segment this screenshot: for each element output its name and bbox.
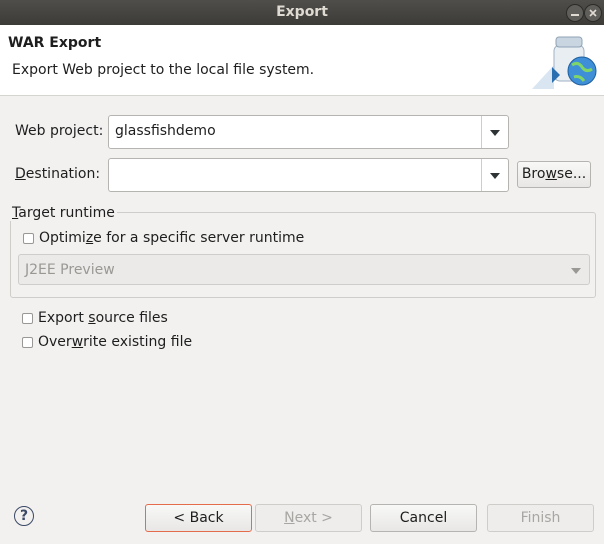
back-button[interactable]: < Back: [145, 504, 252, 532]
runtime-combo: J2EE Preview: [18, 254, 590, 285]
minimize-icon[interactable]: [566, 4, 584, 22]
destination-label-text: estination:: [25, 166, 101, 182]
next-button[interactable]: Next >: [255, 504, 362, 532]
wizard-title: WAR Export: [8, 35, 102, 51]
cancel-button-label: Cancel: [399, 510, 448, 526]
destination-combo[interactable]: [108, 158, 509, 192]
jar-globe-icon: [532, 31, 598, 89]
wizard-description: Export Web project to the local file sys…: [12, 62, 315, 78]
window-titlebar: Export: [0, 0, 604, 25]
dropdown-arrow-icon[interactable]: [481, 116, 508, 148]
web-project-value: glassfishdemo: [115, 123, 216, 139]
finish-button-label: Finish: [520, 510, 561, 526]
dropdown-arrow-icon[interactable]: [481, 159, 508, 191]
target-runtime-title: Target runtime: [10, 205, 117, 221]
window-title: Export: [276, 4, 328, 20]
cancel-button[interactable]: Cancel: [370, 504, 477, 532]
runtime-value: J2EE Preview: [25, 262, 115, 278]
dropdown-arrow-icon: [571, 268, 581, 274]
web-project-label: Web project:: [15, 123, 104, 139]
export-source-checkbox[interactable]: [22, 313, 33, 324]
back-button-label: < Back: [173, 510, 224, 526]
optimize-checkbox[interactable]: [23, 233, 34, 244]
finish-button[interactable]: Finish: [487, 504, 594, 532]
web-project-combo[interactable]: glassfishdemo: [108, 115, 509, 149]
overwrite-checkbox[interactable]: [22, 337, 33, 348]
optimize-label[interactable]: Optimize for a specific server runtime: [39, 230, 304, 246]
browse-button[interactable]: Browse...: [517, 161, 591, 188]
close-icon[interactable]: [584, 4, 602, 22]
export-source-label[interactable]: Export source files: [38, 310, 168, 326]
help-icon[interactable]: ?: [14, 506, 34, 526]
wizard-banner: WAR Export Export Web project to the loc…: [0, 25, 604, 96]
overwrite-label[interactable]: Overwrite existing file: [38, 334, 192, 350]
destination-label: Destination:: [15, 166, 101, 182]
